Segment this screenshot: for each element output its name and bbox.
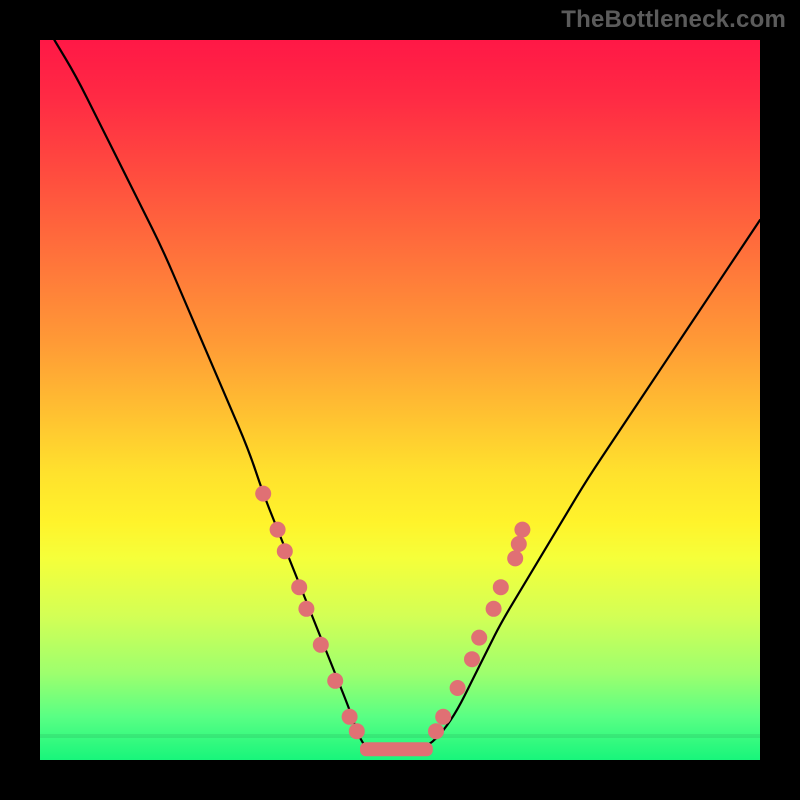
curve-marker bbox=[493, 579, 509, 595]
curve-marker bbox=[435, 709, 451, 725]
curve-marker bbox=[507, 550, 523, 566]
plot-area bbox=[40, 40, 760, 760]
curve-markers bbox=[255, 486, 530, 740]
curve-marker bbox=[291, 579, 307, 595]
watermark-text: TheBottleneck.com bbox=[0, 6, 786, 34]
curve-marker bbox=[514, 522, 530, 538]
curve-marker bbox=[450, 680, 466, 696]
chart-svg bbox=[40, 40, 760, 760]
curve-marker bbox=[255, 486, 271, 502]
curve-marker bbox=[298, 601, 314, 617]
curve-marker bbox=[511, 536, 527, 552]
chart-frame: TheBottleneck.com bbox=[0, 0, 800, 800]
curve-marker bbox=[313, 637, 329, 653]
curve-marker bbox=[471, 630, 487, 646]
curve-marker bbox=[342, 709, 358, 725]
curve-marker bbox=[486, 601, 502, 617]
curve-marker bbox=[428, 723, 444, 739]
curve-marker bbox=[327, 673, 343, 689]
curve-marker bbox=[464, 651, 480, 667]
curve-marker bbox=[270, 522, 286, 538]
bottleneck-curve bbox=[54, 40, 760, 749]
plateau-band bbox=[360, 742, 433, 756]
curve-marker bbox=[349, 723, 365, 739]
curve-marker bbox=[277, 543, 293, 559]
